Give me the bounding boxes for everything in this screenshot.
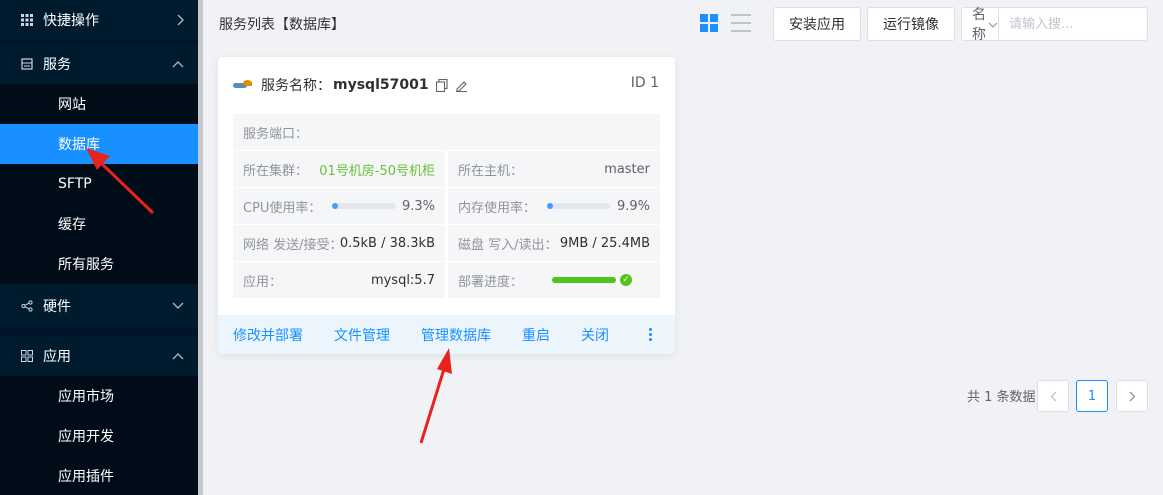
list-view-icon[interactable] <box>731 14 751 32</box>
service-name-label: 服务名称： <box>261 78 331 94</box>
search-input[interactable] <box>999 8 1163 40</box>
sidebar-item-app-market[interactable]: 应用市场 <box>0 376 198 416</box>
mem-progress-bar <box>546 203 611 209</box>
info-cell-host: 所在主机： master <box>448 151 660 187</box>
sidebar-item-app-dev[interactable]: 应用开发 <box>0 416 198 456</box>
install-app-button[interactable]: 安装应用 <box>773 7 861 41</box>
card-actions: 修改并部署 文件管理 管理数据库 重启 关闭 <box>218 315 675 354</box>
cpu-progress-bar <box>331 203 396 209</box>
info-cell-cluster: 所在集群： 01号机房-50号机柜 <box>233 151 445 187</box>
chevron-down-icon <box>988 18 998 31</box>
chevron-up-icon <box>172 44 184 84</box>
sidebar-item-sftp[interactable]: SFTP <box>0 164 198 204</box>
menu-group-shortcuts[interactable]: 快捷操作 <box>0 0 198 40</box>
menu-group-hardware[interactable]: 硬件 <box>0 284 198 328</box>
port-label: 服务端口： <box>243 126 309 142</box>
file-manager-button[interactable]: 文件管理 <box>334 315 390 354</box>
sidebar: 快捷操作 服务 网站 数据库 SFTP 缓存 所有服务 硬件 应用 应用市场 应… <box>0 0 198 495</box>
run-image-button[interactable]: 运行镜像 <box>867 7 955 41</box>
info-cell-network: 网络 发送/接受： 0.5kB / 38.3kB <box>233 225 445 261</box>
copy-icon[interactable] <box>435 78 449 92</box>
mem-value: 9.9% <box>616 198 650 214</box>
more-options-icon[interactable] <box>648 315 652 354</box>
mysql-logo-icon <box>233 79 253 91</box>
mem-label: 内存使用率： <box>458 200 537 216</box>
disk-value: 9MB / 25.4MB <box>559 235 650 251</box>
menu-group-label: 应用 <box>43 349 71 365</box>
edit-icon[interactable] <box>455 78 469 92</box>
grid-view-icon[interactable] <box>700 14 718 32</box>
menu-group-label: 硬件 <box>43 299 71 315</box>
chevron-down-icon <box>172 284 184 328</box>
menu-group-label: 服务 <box>43 57 71 73</box>
sidebar-item-database[interactable]: 数据库 <box>0 124 198 164</box>
grid-icon <box>20 13 34 27</box>
share-icon <box>20 299 34 313</box>
cpu-value: 9.3% <box>401 198 435 214</box>
restart-button[interactable]: 重启 <box>522 315 550 354</box>
close-button[interactable]: 关闭 <box>581 315 609 354</box>
sidebar-item-all-services[interactable]: 所有服务 <box>0 244 198 284</box>
net-value: 0.5kB / 38.3kB <box>339 235 435 251</box>
chevron-right-icon <box>1129 391 1135 401</box>
mem-usage: 9.9% <box>546 188 650 224</box>
server-icon <box>20 57 34 71</box>
cpu-usage: 9.3% <box>331 188 435 224</box>
cpu-label: CPU使用率： <box>243 200 322 216</box>
info-cell-port: 服务端口： <box>233 114 660 150</box>
deploy-label: 部署进度： <box>458 274 524 290</box>
app-submenu: 应用市场 应用开发 应用插件 <box>0 376 198 495</box>
cluster-value: 01号机房-50号机柜 <box>319 163 435 179</box>
check-icon: ✓ <box>620 274 632 286</box>
edit-deploy-button[interactable]: 修改并部署 <box>233 315 303 354</box>
search-field-label: 名称 <box>972 7 986 43</box>
manage-database-button[interactable]: 管理数据库 <box>421 315 491 354</box>
menu-group-label: 快捷操作 <box>43 13 99 29</box>
app-label: 应用： <box>243 274 283 290</box>
deploy-progress-fill <box>552 277 616 283</box>
sidebar-item-website[interactable]: 网站 <box>0 84 198 124</box>
page-title: 服务列表【数据库】 <box>219 17 345 33</box>
chevron-right-icon <box>176 0 184 40</box>
chevron-up-icon <box>172 336 184 376</box>
info-cell-cpu: CPU使用率： 9.3% <box>233 188 445 224</box>
service-id: ID 1 <box>630 75 659 91</box>
menu-group-services[interactable]: 服务 <box>0 44 198 84</box>
apps-icon <box>20 349 34 363</box>
cluster-label: 所在集群： <box>243 163 309 179</box>
service-submenu: 网站 数据库 SFTP 缓存 所有服务 <box>0 84 198 284</box>
chevron-left-icon <box>1050 391 1056 401</box>
sidebar-item-cache[interactable]: 缓存 <box>0 204 198 244</box>
deploy-progress: ✓ <box>552 262 632 298</box>
service-name: mysql57001 <box>333 77 429 93</box>
info-cell-disk: 磁盘 写入/读出： 9MB / 25.4MB <box>448 225 660 261</box>
info-cell-app: 应用： mysql:5.7 <box>233 262 445 298</box>
net-label: 网络 发送/接受： <box>243 237 343 253</box>
deploy-progress-bar <box>552 277 616 283</box>
prev-page-button[interactable] <box>1037 380 1069 412</box>
mem-progress-fill <box>546 203 554 209</box>
main-content: 服务列表【数据库】 安装应用 运行镜像 名称 服务名称： mysql57001 … <box>203 0 1163 495</box>
service-info: 服务端口： 所在集群： 01号机房-50号机柜 所在主机： master CPU… <box>233 114 660 299</box>
host-value: master <box>604 161 650 177</box>
page-number-current[interactable]: 1 <box>1076 380 1108 412</box>
info-cell-mem: 内存使用率： 9.9% <box>448 188 660 224</box>
sidebar-item-app-plugins[interactable]: 应用插件 <box>0 456 198 495</box>
info-cell-deploy: 部署进度： ✓ <box>448 262 660 298</box>
host-label: 所在主机： <box>458 163 524 179</box>
menu-group-apps[interactable]: 应用 <box>0 336 198 376</box>
search-field-select[interactable]: 名称 <box>962 7 999 43</box>
card-header: 服务名称： mysql57001 <box>233 75 469 95</box>
search-box: 名称 <box>961 7 1163 43</box>
cpu-progress-fill <box>331 203 338 209</box>
service-card: 服务名称： mysql57001 ID 1 服务端口： 所在集群： 01号机房-… <box>218 57 675 354</box>
next-page-button[interactable] <box>1116 380 1148 412</box>
pagination-total: 共 1 条数据 <box>967 390 1036 405</box>
disk-label: 磁盘 写入/读出： <box>458 237 558 253</box>
app-value: mysql:5.7 <box>370 272 435 288</box>
